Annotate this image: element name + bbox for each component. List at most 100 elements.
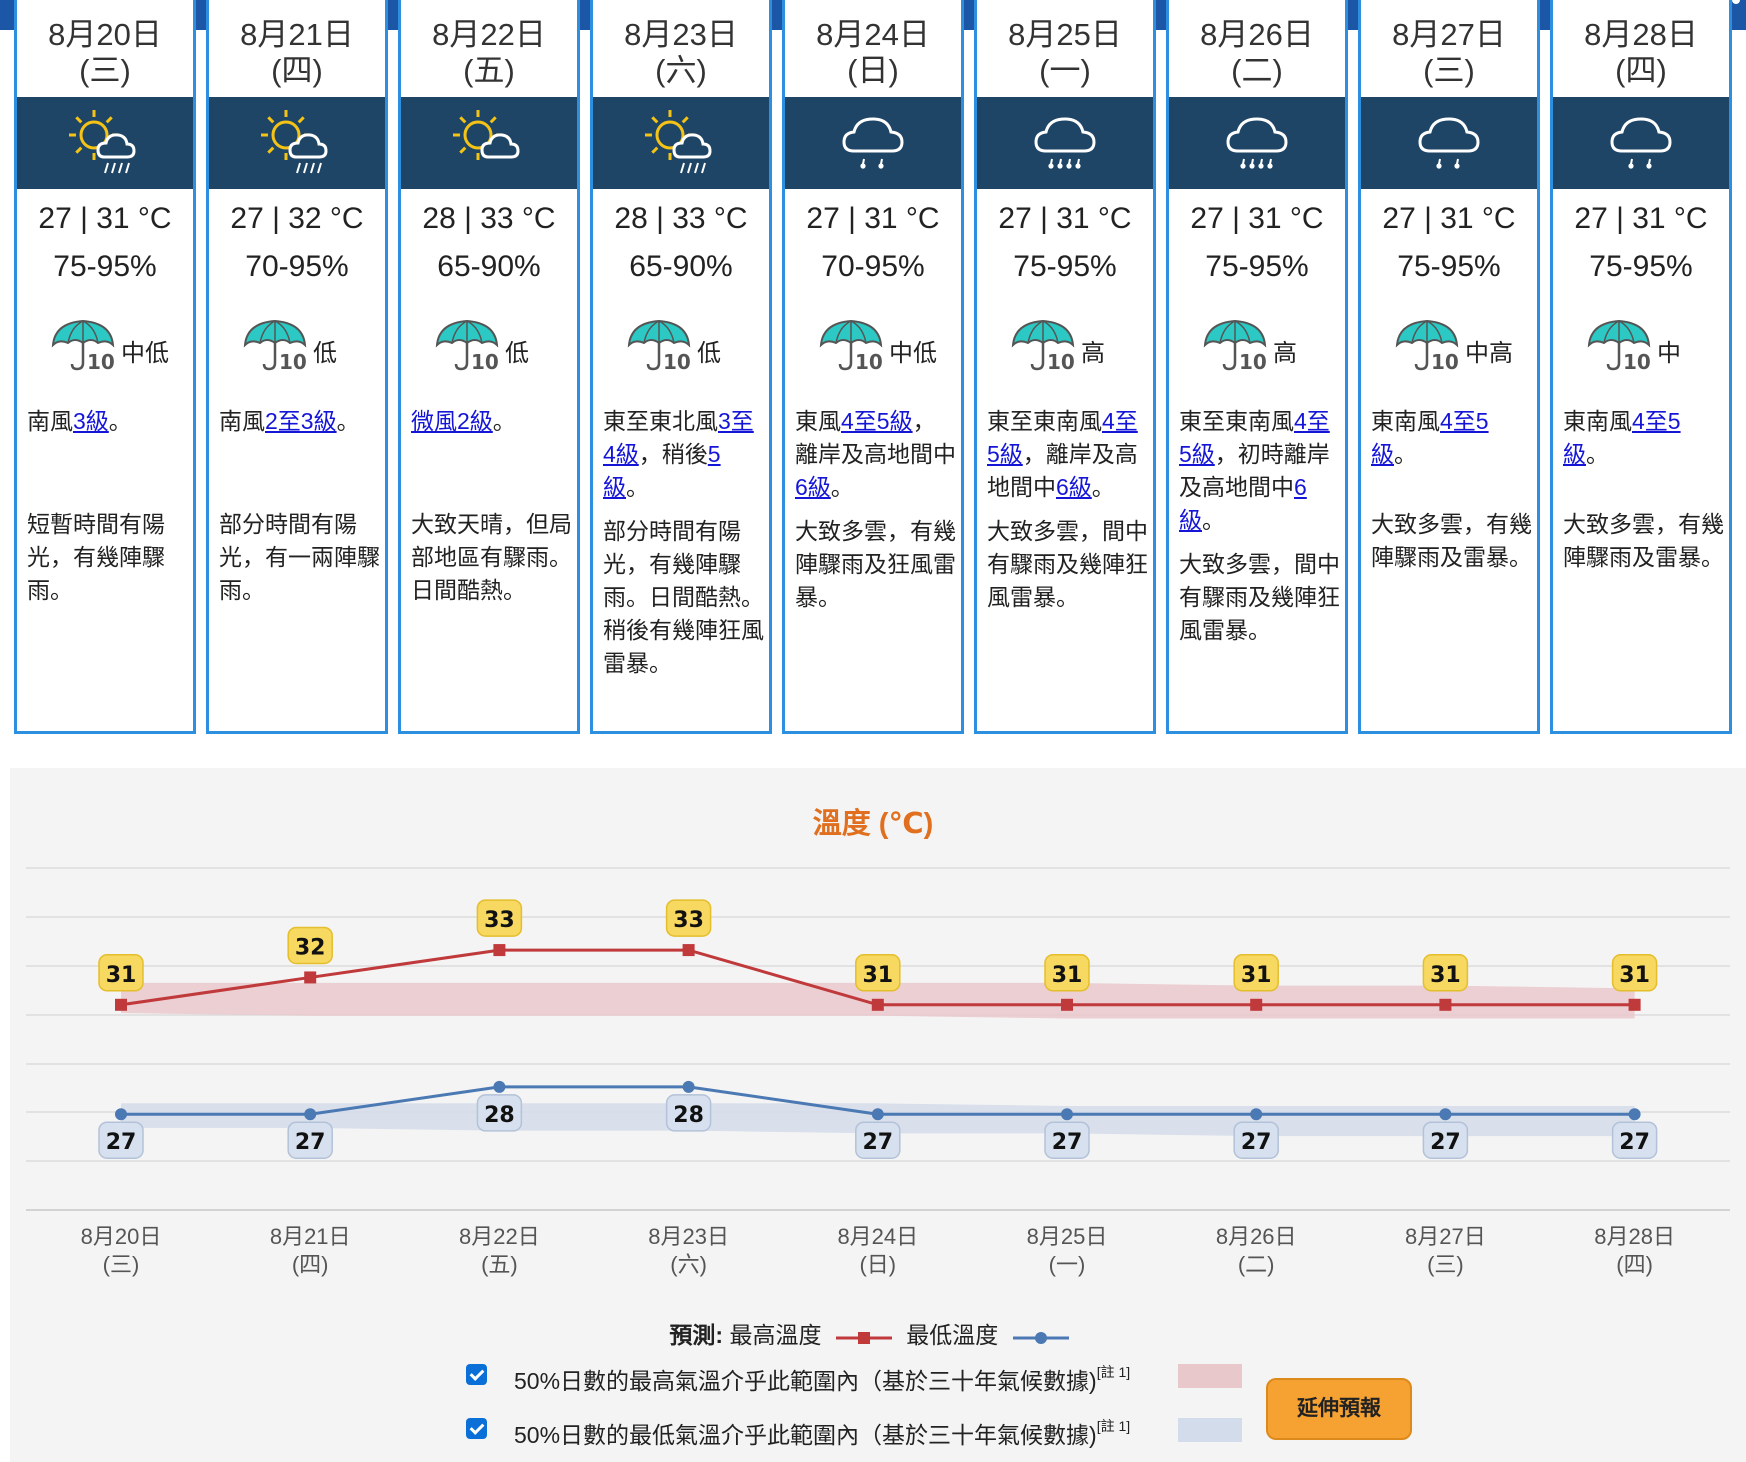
wind-force-link[interactable]: 微風2級 [411, 408, 493, 434]
svg-text:10: 10 [87, 350, 115, 374]
weather-description: 大致天晴，但局部地區有驟雨。日間酷熱。 [411, 511, 572, 603]
max-temp-value-label: 33 [484, 908, 515, 933]
x-axis-date-label: 8月20日 [81, 1224, 162, 1249]
wind-text: 東南風 [1371, 408, 1440, 434]
wind-force-link[interactable]: 2至3級 [265, 408, 337, 434]
weather-description: 大致多雲，有幾陣驟雨及狂風雷暴。 [795, 518, 956, 610]
min-temp-point [1439, 1108, 1452, 1121]
wind-description: 微風2級。 [411, 405, 573, 438]
wind-force-link[interactable]: 4至5級 [841, 408, 913, 434]
humidity-range: 70-95% [245, 250, 349, 283]
forecast-date: 8月20日 [48, 17, 162, 52]
weather-description: 部分時間有陽光，有幾陣驟雨。日間酷熱。稍後有幾陣狂風雷暴。 [603, 518, 764, 676]
min-temp-point [682, 1080, 695, 1093]
weather-icon-band [401, 97, 577, 189]
min-temp-point [1628, 1108, 1641, 1121]
max-temp-value-label: 33 [673, 908, 704, 933]
weather-icon-band [593, 97, 769, 189]
max-temp-point [1250, 998, 1263, 1011]
band-max-note[interactable]: [註 1] [1097, 1364, 1130, 1380]
svg-text:10: 10 [471, 350, 499, 374]
forecast-date: 8月24日 [816, 17, 930, 52]
wind-force-link[interactable]: 3級 [73, 408, 109, 434]
wind-force-link[interactable]: 6級 [795, 474, 831, 500]
forecast-card: 8月26日 (二) 27 | 31 °C 75-95% 10 高 東至東南風4至… [1166, 0, 1348, 734]
x-axis-date-label: 8月22日 [459, 1224, 540, 1249]
extended-forecast-button[interactable]: 延伸預報 [1266, 1378, 1412, 1440]
wind-text: 東至東南風 [1179, 408, 1294, 434]
forecast-weekday: (一) [1039, 53, 1091, 88]
max-temp-value-label: 31 [106, 963, 137, 988]
svg-text:10: 10 [1431, 350, 1459, 374]
band-min-swatch [1178, 1418, 1242, 1442]
weather-description: 大致多雲，間中有驟雨及幾陣狂風雷暴。 [987, 518, 1148, 610]
weather-description: 大致多雲，有幾陣驟雨及雷暴。 [1563, 511, 1724, 570]
max-temp-value-label: 31 [862, 963, 893, 988]
weather-description: 短暫時間有陽光，有幾陣驟雨。 [27, 511, 165, 603]
rain-probability-level: 中 [1657, 340, 1681, 367]
rain-probability: 10 高 [1169, 315, 1345, 377]
wind-text: 。 [1202, 507, 1225, 533]
weather-icon-band [1169, 97, 1345, 189]
forecast-weekday: (日) [847, 53, 899, 88]
humidity-range: 75-95% [53, 250, 157, 283]
x-axis-date-label: 8月24日 [837, 1224, 918, 1249]
x-axis-date-label: 8月27日 [1405, 1224, 1486, 1249]
humidity-range: 75-95% [1589, 250, 1693, 283]
rain-probability: 10 中低 [17, 315, 193, 377]
temperature-range: 28 | 33 °C [614, 202, 748, 235]
temperature-chart: 31 32 33 33 31 31 31 31 31 27 27 28 28 27 27 27 27 27 8月20… [26, 867, 1730, 1277]
humidity-range: 75-95% [1013, 250, 1117, 283]
forecast-date: 8月22日 [432, 17, 546, 52]
rain-probability: 10 中低 [785, 315, 961, 377]
rain-probability-level: 高 [1081, 340, 1105, 367]
forecast-date: 8月21日 [240, 17, 354, 52]
wind-text: 。 [626, 474, 649, 500]
x-axis-weekday-label: (六) [670, 1252, 707, 1277]
temperature-range: 27 | 31 °C [806, 202, 940, 235]
rain-probability-level: 高 [1273, 340, 1297, 367]
wind-force-link[interactable]: 6級 [1056, 474, 1092, 500]
wind-text: 。 [830, 474, 854, 500]
min-temp-point [871, 1108, 884, 1121]
weather-icon-band [17, 97, 193, 189]
min-temp-point [304, 1108, 317, 1121]
max-temp-point [304, 971, 317, 984]
max-temp-point [493, 944, 506, 957]
forecast-weekday: (三) [1423, 53, 1475, 88]
wind-text: 。 [1091, 474, 1115, 500]
forecast-date: 8月28日 [1584, 17, 1698, 52]
max-temp-point [1439, 998, 1452, 1011]
weather-icon-band [977, 97, 1153, 189]
forecast-weekday: (四) [1615, 53, 1667, 88]
temperature-range: 27 | 31 °C [1574, 202, 1708, 235]
forecast-card: 8月28日 (四) 27 | 31 °C 75-95% 10 中 東南風4至5級… [1550, 0, 1732, 734]
x-axis-date-label: 8月23日 [648, 1224, 729, 1249]
min-temp-point [1250, 1108, 1263, 1121]
forecast-weekday: (三) [79, 53, 131, 88]
rain-probability: 10 中 [1553, 315, 1729, 377]
forecast-date: 8月27日 [1392, 17, 1506, 52]
rain-probability-level: 中低 [121, 340, 169, 367]
band-max-swatch [1178, 1364, 1242, 1388]
min-temp-value-label: 27 [1052, 1130, 1083, 1155]
rain-probability-level: 低 [313, 340, 337, 367]
svg-text:10: 10 [663, 350, 691, 374]
legend-min-label: 最低溫度 [906, 1322, 999, 1348]
legend-min-marker [1012, 1327, 1069, 1347]
band-min-text: 50%日數的最低氣溫介乎此範圍內（基於三十年氣候數據) [514, 1422, 1097, 1448]
min-temp-value-label: 27 [1241, 1130, 1272, 1155]
min-temp-point [1061, 1108, 1073, 1121]
wind-description: 東至東北風3至4級，稍後5級。 [603, 405, 765, 504]
x-axis-weekday-label: (日) [859, 1252, 896, 1277]
wind-text: 南風 [219, 408, 265, 434]
max-temp-point [1061, 998, 1073, 1011]
chart-legend: 預測: 最高溫度 最低溫度 [0, 1316, 1746, 1350]
band-min-note[interactable]: [註 1] [1097, 1418, 1130, 1434]
min-temp-point [115, 1108, 127, 1121]
x-axis-date-label: 8月21日 [270, 1224, 351, 1249]
max-temp-value-label: 31 [1241, 963, 1272, 988]
max-temp-point [1628, 998, 1641, 1011]
band-min-checkbox[interactable] [466, 1418, 487, 1439]
band-max-checkbox[interactable] [466, 1364, 487, 1385]
